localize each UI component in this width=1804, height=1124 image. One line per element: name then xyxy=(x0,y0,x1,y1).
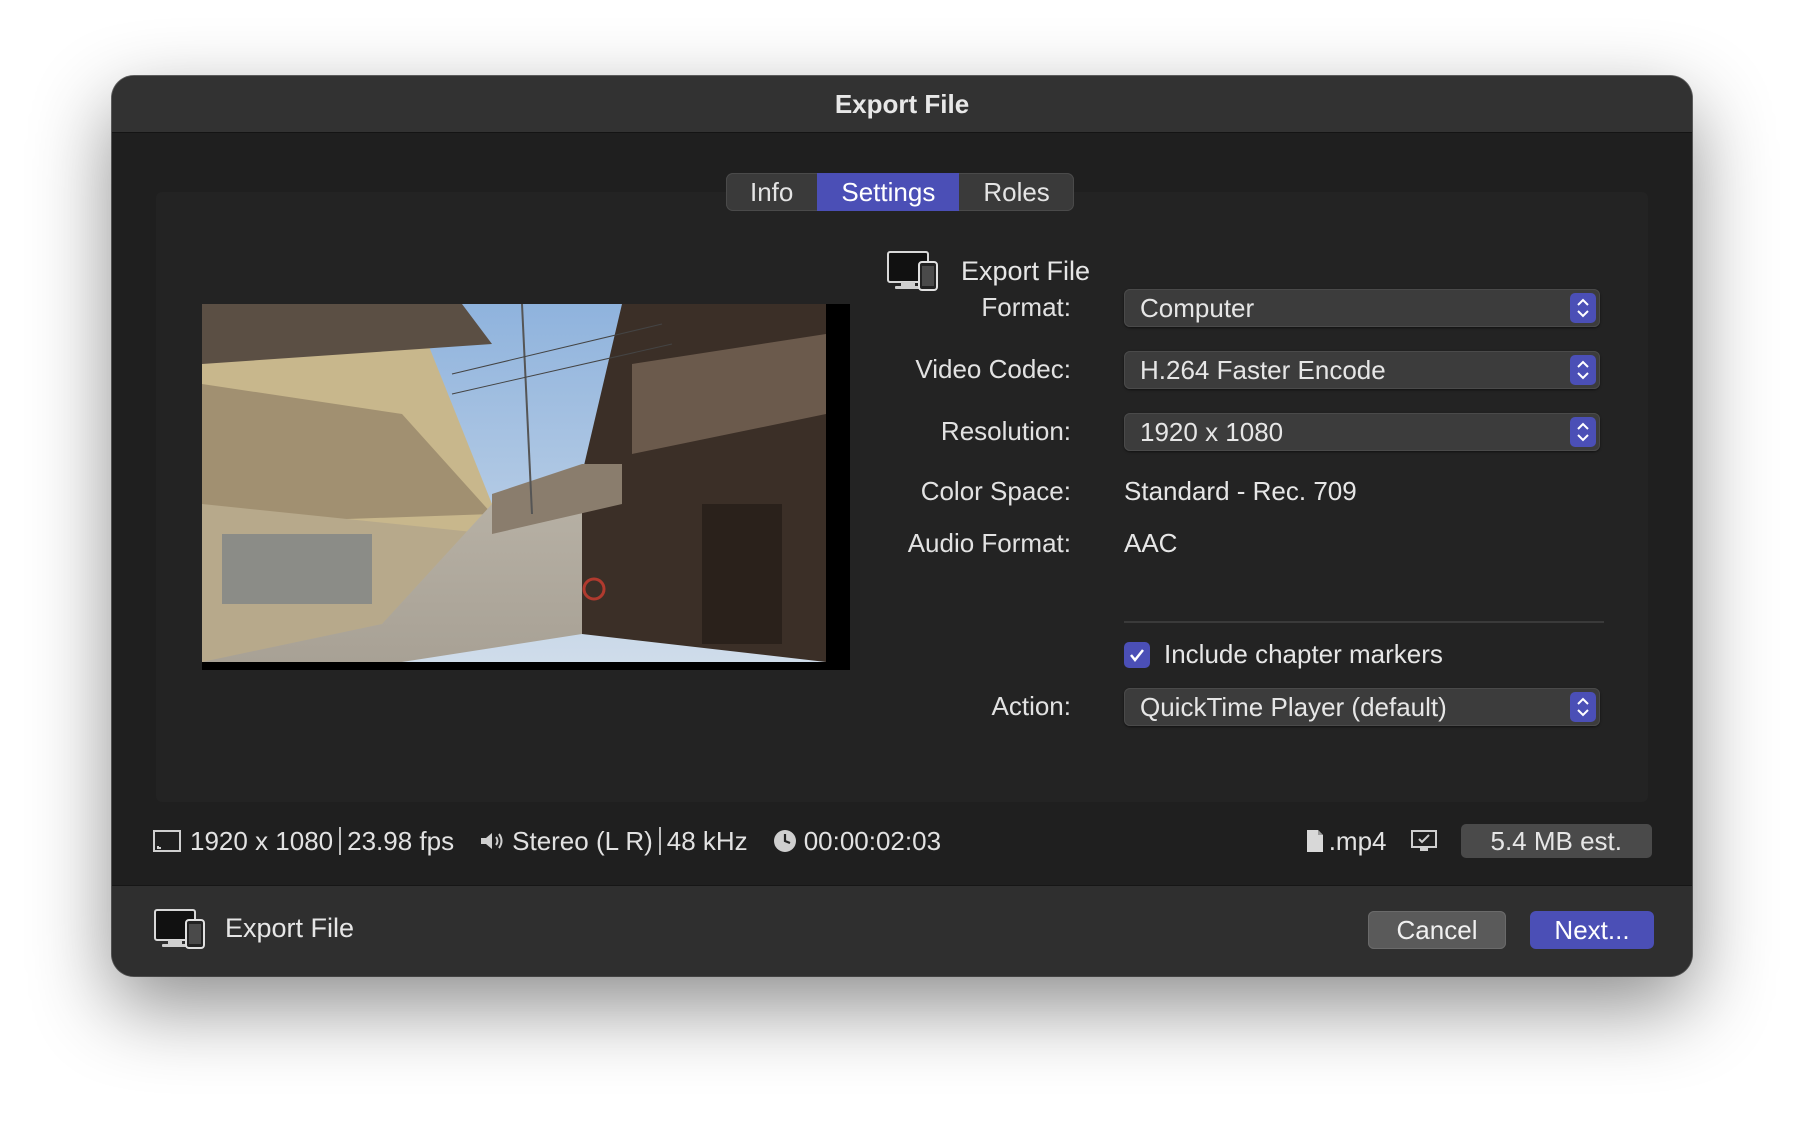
tab-settings[interactable]: Settings xyxy=(817,173,960,211)
video-codec-label: Video Codec: xyxy=(915,354,1071,384)
frame-size-icon xyxy=(153,830,181,852)
checkmark-icon xyxy=(1130,649,1144,663)
window-title: Export File xyxy=(112,76,1692,133)
chevron-updown-icon xyxy=(1570,692,1596,722)
chapter-markers-label: Include chapter markers xyxy=(1164,639,1443,669)
format-label: Format: xyxy=(981,292,1071,322)
format-popup[interactable]: Computer xyxy=(1124,289,1600,327)
status-fps: 23.98 fps xyxy=(347,825,455,856)
status-resolution: 1920 x 1080 xyxy=(190,825,334,856)
tab-bar: Info Settings Roles xyxy=(726,173,1074,211)
speaker-icon xyxy=(481,833,503,849)
document-icon xyxy=(1306,830,1323,852)
format-value: Computer xyxy=(1140,292,1255,323)
action-label: Action: xyxy=(991,691,1072,721)
display-check-icon xyxy=(1410,830,1437,851)
computer-device-icon xyxy=(887,250,939,292)
divider xyxy=(1124,621,1604,623)
destination-label: Export File xyxy=(961,255,1091,286)
computer-device-icon xyxy=(154,908,206,950)
color-space-value: Standard - Rec. 709 xyxy=(1124,476,1357,506)
audio-format-value: AAC xyxy=(1124,528,1178,558)
action-popup[interactable]: QuickTime Player (default) xyxy=(1124,688,1600,726)
destination-header: Export File xyxy=(887,250,1090,292)
tab-roles[interactable]: Roles xyxy=(959,173,1073,211)
status-audio: Stereo (L R) xyxy=(512,825,653,856)
clock-icon xyxy=(773,830,796,852)
export-dialog: Export File Info Settings Roles Export F… xyxy=(112,76,1692,976)
resolution-value: 1920 x 1080 xyxy=(1140,416,1284,447)
dialog-footer: Export File Cancel Next... xyxy=(112,885,1692,976)
video-preview-thumbnail xyxy=(202,304,850,670)
color-space-label: Color Space: xyxy=(920,476,1071,506)
tab-info[interactable]: Info xyxy=(726,173,817,211)
separator xyxy=(658,827,661,855)
next-button[interactable]: Next... xyxy=(1530,911,1654,949)
cancel-button[interactable]: Cancel xyxy=(1368,911,1506,949)
status-duration: 00:00:02:03 xyxy=(803,825,942,856)
video-codec-popup[interactable]: H.264 Faster Encode xyxy=(1124,351,1600,389)
chapter-markers-checkbox[interactable] xyxy=(1124,642,1150,668)
video-codec-value: H.264 Faster Encode xyxy=(1140,354,1386,385)
action-value: QuickTime Player (default) xyxy=(1140,691,1447,722)
chevron-updown-icon xyxy=(1570,355,1596,385)
resolution-popup[interactable]: 1920 x 1080 xyxy=(1124,413,1600,451)
file-size-estimate: 5.4 MB est. xyxy=(1460,824,1652,858)
status-extension: .mp4 xyxy=(1328,825,1387,856)
chevron-updown-icon xyxy=(1570,417,1596,447)
audio-format-label: Audio Format: xyxy=(907,528,1071,558)
status-sample-rate: 48 kHz xyxy=(666,825,748,856)
status-bar: 1920 x 1080 23.98 fps Stereo (L R) 48 kH… xyxy=(152,816,1652,866)
resolution-label: Resolution: xyxy=(940,416,1071,446)
street-scene-image xyxy=(202,304,850,670)
separator xyxy=(339,827,342,855)
chevron-updown-icon xyxy=(1570,293,1596,323)
footer-destination-label: Export File xyxy=(225,913,355,943)
